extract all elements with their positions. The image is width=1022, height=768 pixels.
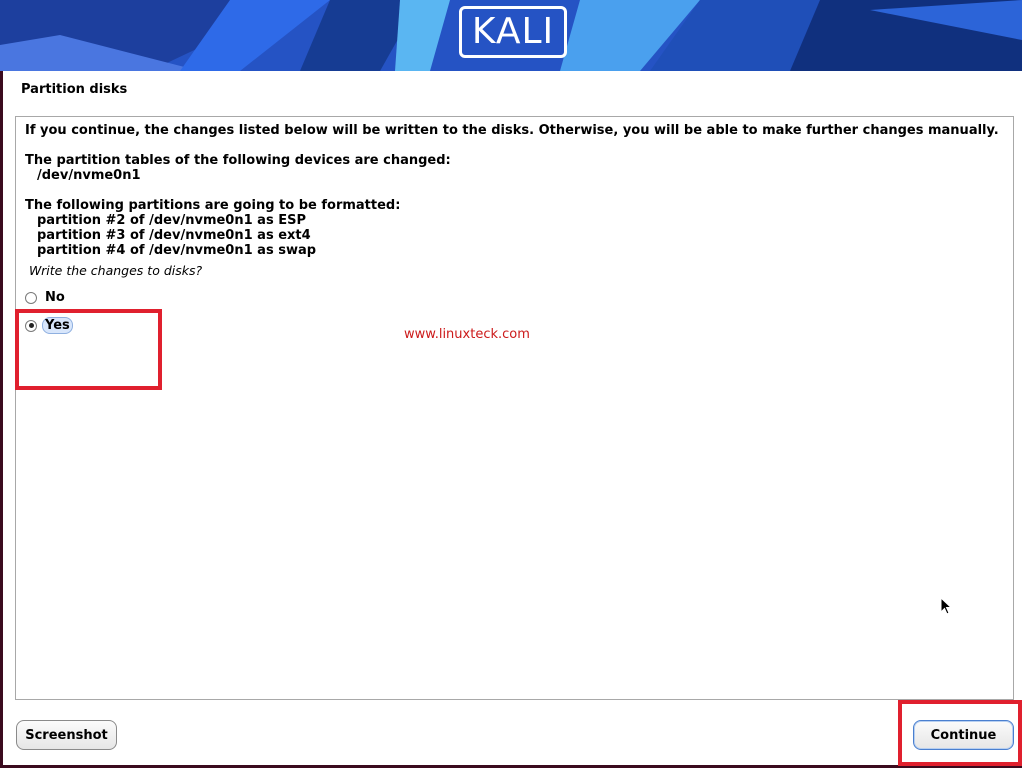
tables-heading: The partition tables of the following de…	[25, 153, 451, 168]
yes-highlight-box	[15, 309, 162, 390]
watermark-text: www.linuxteck.com	[404, 327, 530, 342]
partition-item: partition #2 of /dev/nvme0n1 as ESP	[37, 213, 306, 228]
radio-button-no[interactable]	[25, 291, 37, 304]
screenshot-button[interactable]: Screenshot	[16, 720, 117, 750]
partition-item: partition #3 of /dev/nvme0n1 as ext4	[37, 228, 311, 243]
kali-banner: KALI	[0, 0, 1022, 71]
kali-logo-text: KALI	[471, 11, 555, 52]
intro-text: If you continue, the changes listed belo…	[25, 123, 999, 138]
option-no[interactable]: No	[25, 290, 65, 305]
format-heading: The following partitions are going to be…	[25, 198, 401, 213]
window-left-edge	[0, 71, 3, 768]
continue-button[interactable]: Continue	[913, 720, 1014, 750]
partition-item: partition #4 of /dev/nvme0n1 as swap	[37, 243, 317, 258]
kali-logo: KALI	[459, 6, 567, 58]
option-no-label: No	[45, 290, 65, 305]
mouse-pointer-icon	[940, 597, 952, 615]
question-text: Write the changes to disks?	[29, 263, 203, 278]
content-panel: If you continue, the changes listed belo…	[15, 116, 1014, 700]
page-title: Partition disks	[21, 82, 128, 97]
device-item: /dev/nvme0n1	[37, 168, 141, 183]
